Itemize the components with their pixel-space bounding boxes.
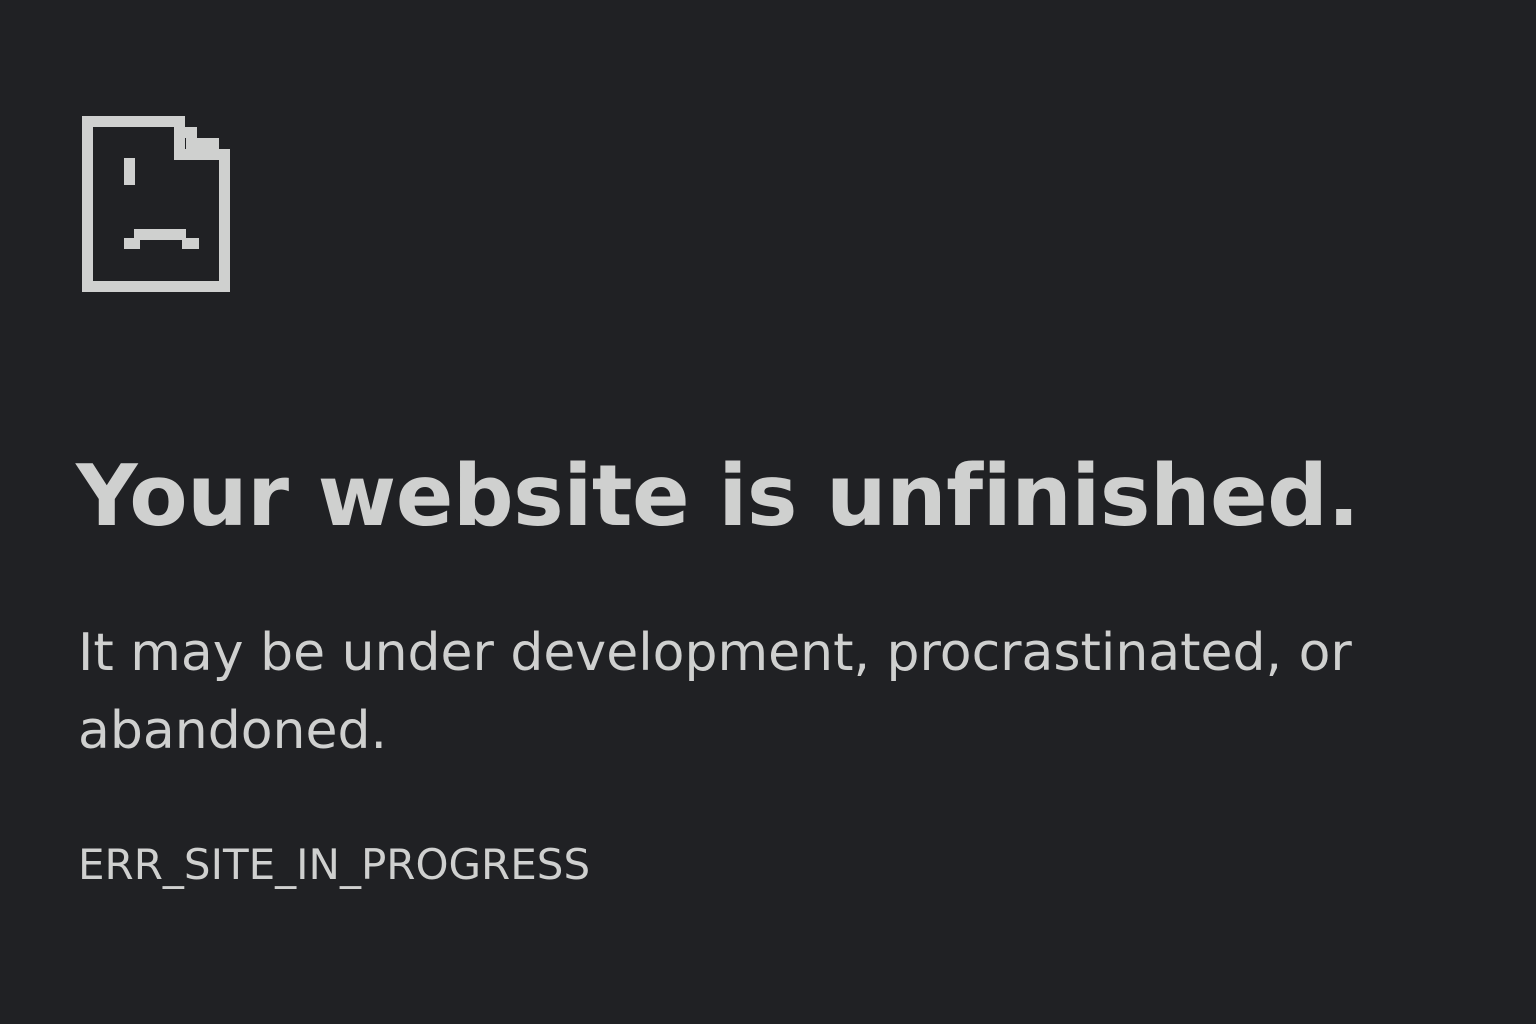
error-message: It may be under development, procrastina… xyxy=(78,623,1352,761)
error-code: ERR_SITE_IN_PROGRESS xyxy=(78,840,591,889)
page-title: Your website is unfinished. xyxy=(76,447,1360,546)
error-page: Your website is unfinished. It may be un… xyxy=(0,0,1536,1024)
sad-document-icon xyxy=(82,116,230,292)
